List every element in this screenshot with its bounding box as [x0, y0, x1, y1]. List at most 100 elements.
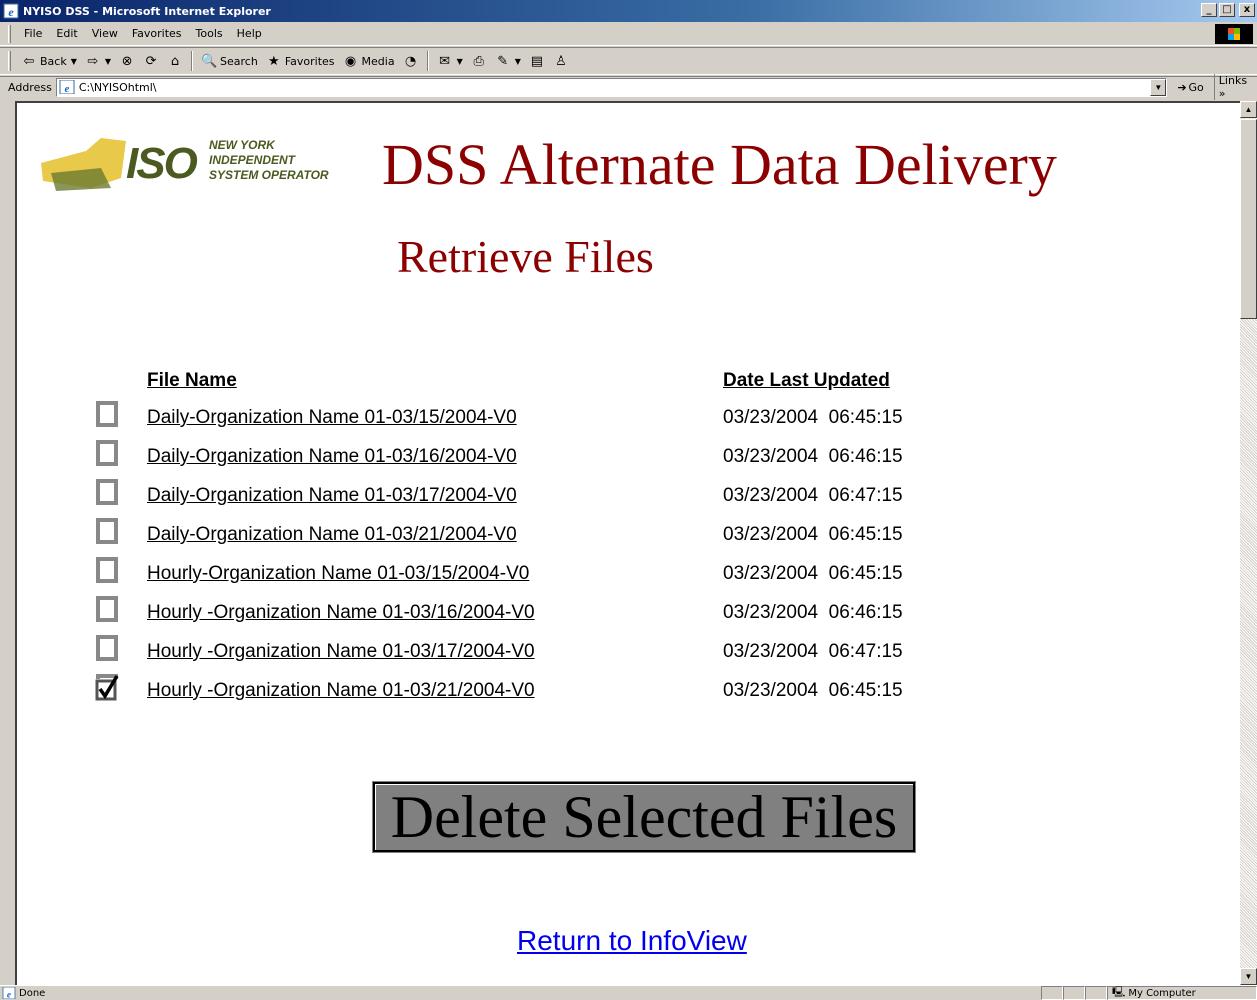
- file-date: 03/23/2004 06:45:15: [723, 524, 903, 545]
- return-to-infoview-link[interactable]: Return to InfoView: [517, 925, 747, 957]
- file-row: Hourly-Organization Name 01-03/15/2004-V…: [17, 555, 1117, 594]
- computer-icon: 🖳: [1112, 986, 1126, 998]
- discuss-icon: ▤: [530, 53, 544, 69]
- maximize-button[interactable]: □: [1219, 3, 1235, 17]
- file-name-link[interactable]: Hourly-Organization Name 01-03/15/2004-V…: [147, 563, 529, 585]
- svg-text:e: e: [7, 990, 11, 999]
- status-bar: e Done 🖳 My Computer: [0, 985, 1257, 1000]
- minimize-button[interactable]: _: [1201, 3, 1217, 17]
- scroll-thumb[interactable]: [1240, 119, 1257, 319]
- scroll-down-button[interactable]: ▼: [1240, 968, 1257, 985]
- forward-button[interactable]: ⇨ ▼: [81, 51, 115, 71]
- file-date: 03/23/2004 06:47:15: [723, 641, 903, 662]
- favorites-label: Favorites: [284, 54, 335, 68]
- file-name-link[interactable]: Hourly -Organization Name 01-03/21/2004-…: [147, 680, 535, 702]
- file-checkbox[interactable]: [95, 517, 119, 545]
- close-button[interactable]: x: [1239, 3, 1255, 17]
- window-title: NYISO DSS - Microsoft Internet Explorer: [23, 4, 271, 18]
- discuss-button[interactable]: ▤: [525, 51, 549, 71]
- file-name-link[interactable]: Hourly -Organization Name 01-03/16/2004-…: [147, 602, 535, 624]
- file-row: Daily-Organization Name 01-03/15/2004-V0…: [17, 399, 1117, 438]
- history-icon: ◔: [404, 53, 417, 69]
- toolbar-grip[interactable]: [8, 51, 11, 71]
- vertical-scrollbar[interactable]: ▲ ▼: [1240, 101, 1257, 985]
- scroll-up-button[interactable]: ▲: [1240, 101, 1257, 118]
- address-dropdown-button[interactable]: ▼: [1150, 78, 1167, 96]
- favorites-button[interactable]: ★ Favorites: [262, 51, 339, 71]
- toolbar-grip[interactable]: [8, 24, 11, 43]
- menu-tools[interactable]: Tools: [189, 25, 230, 42]
- stop-button[interactable]: ⊗: [115, 51, 139, 71]
- address-input[interactable]: e C:\NYISOhtml\ ▼: [55, 77, 1168, 97]
- forward-arrow-icon: ⇨: [87, 53, 99, 69]
- ie-icon: e: [3, 3, 19, 19]
- file-checkbox[interactable]: [95, 673, 119, 701]
- menu-edit[interactable]: Edit: [49, 25, 84, 42]
- title-bar[interactable]: e NYISO DSS - Microsoft Internet Explore…: [0, 0, 1257, 22]
- file-name-link[interactable]: Daily-Organization Name 01-03/17/2004-V0: [147, 485, 517, 507]
- delete-selected-files-button[interactable]: Delete Selected Files: [372, 781, 916, 853]
- file-date: 03/23/2004 06:45:15: [723, 563, 903, 584]
- go-button[interactable]: ➔ Go: [1177, 81, 1203, 94]
- search-button[interactable]: 🔍 Search: [197, 51, 262, 71]
- file-date: 03/23/2004 06:46:15: [723, 602, 903, 623]
- status-panel: [1041, 986, 1063, 1000]
- standard-toolbar: ⇦ Back ▼ ⇨ ▼ ⊗ ⟳ ⌂ 🔍 Search ★ Favorites …: [0, 47, 1257, 75]
- messenger-button[interactable]: ♙: [549, 51, 573, 71]
- page-icon: e: [2, 987, 16, 999]
- menu-help[interactable]: Help: [230, 25, 269, 42]
- history-button[interactable]: ◔: [399, 51, 423, 71]
- logo-line-2: INDEPENDENT: [209, 153, 297, 167]
- page-icon: e: [59, 80, 75, 94]
- page-subtitle: Retrieve Files: [397, 231, 654, 282]
- file-checkbox[interactable]: [95, 400, 119, 428]
- search-icon: 🔍: [200, 53, 218, 69]
- file-name-header: File Name: [147, 370, 237, 391]
- file-name-link[interactable]: Daily-Organization Name 01-03/15/2004-V0: [147, 407, 517, 429]
- file-row: Daily-Organization Name 01-03/21/2004-V0…: [17, 516, 1117, 555]
- media-button[interactable]: ◉ Media: [339, 51, 399, 71]
- file-checkbox[interactable]: [95, 439, 119, 467]
- chevron-down-icon[interactable]: ▼: [71, 57, 77, 66]
- menu-file[interactable]: File: [17, 25, 49, 42]
- edit-icon: ✎: [497, 53, 509, 69]
- file-date: 03/23/2004 06:45:15: [723, 680, 903, 701]
- file-name-link[interactable]: Daily-Organization Name 01-03/16/2004-V0: [147, 446, 517, 468]
- menu-bar: File Edit View Favorites Tools Help: [0, 22, 1257, 46]
- chevron-right-icon: »: [1218, 87, 1226, 100]
- home-button[interactable]: ⌂: [163, 51, 187, 71]
- mail-button[interactable]: ✉ ▼: [433, 51, 467, 71]
- toolbar-separator: [191, 51, 194, 71]
- file-checkbox[interactable]: [95, 634, 119, 662]
- file-name-link[interactable]: Hourly -Organization Name 01-03/17/2004-…: [147, 641, 535, 663]
- svg-text:e: e: [8, 5, 14, 19]
- file-name-link[interactable]: Daily-Organization Name 01-03/21/2004-V0: [147, 524, 517, 546]
- menu-view[interactable]: View: [85, 25, 125, 42]
- file-checkbox[interactable]: [95, 478, 119, 506]
- print-button[interactable]: ⎙: [467, 51, 491, 71]
- logo-line-1: NEW YORK: [209, 138, 276, 152]
- chevron-down-icon[interactable]: ▼: [515, 57, 521, 66]
- page-content: ISO NEW YORK INDEPENDENT SYSTEM OPERATOR…: [15, 101, 1241, 985]
- file-checkbox[interactable]: [95, 556, 119, 584]
- page-title: DSS Alternate Data Delivery: [382, 132, 1057, 197]
- refresh-button[interactable]: ⟳: [139, 51, 163, 71]
- menu-favorites[interactable]: Favorites: [125, 25, 189, 42]
- go-label: Go: [1188, 80, 1204, 94]
- links-label: Links: [1218, 74, 1248, 87]
- chevron-down-icon[interactable]: ▼: [105, 57, 111, 66]
- file-date: 03/23/2004 06:47:15: [723, 485, 903, 506]
- logo-line-3: SYSTEM OPERATOR: [209, 168, 329, 182]
- file-checkbox[interactable]: [95, 595, 119, 623]
- back-button[interactable]: ⇦ Back ▼: [17, 51, 81, 71]
- chevron-down-icon[interactable]: ▼: [457, 57, 463, 66]
- messenger-icon: ♙: [555, 53, 567, 69]
- file-date: 03/23/2004 06:45:15: [723, 407, 903, 428]
- address-value: C:\NYISOhtml\: [78, 80, 157, 94]
- file-row: Daily-Organization Name 01-03/16/2004-V0…: [17, 438, 1117, 477]
- links-button[interactable]: Links »: [1213, 74, 1257, 100]
- back-label: Back: [40, 54, 67, 68]
- back-arrow-icon: ⇦: [23, 53, 35, 69]
- edit-button[interactable]: ✎ ▼: [491, 51, 525, 71]
- status-panel: [1063, 986, 1085, 1000]
